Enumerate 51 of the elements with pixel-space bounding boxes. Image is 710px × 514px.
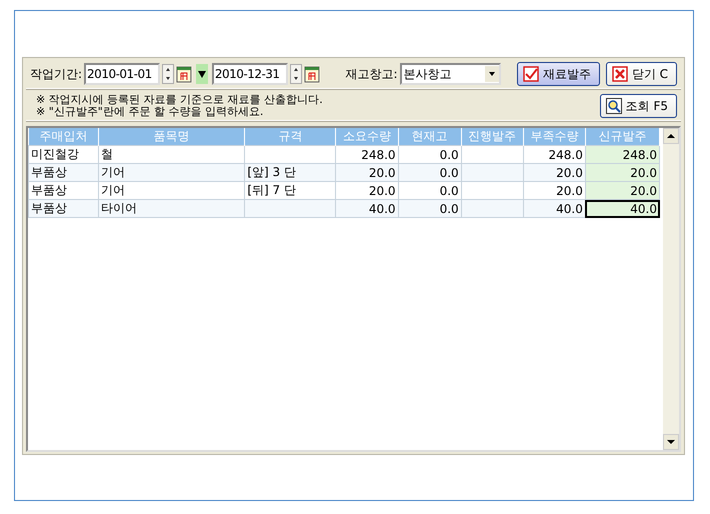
table-cell: 0.0 bbox=[398, 146, 462, 164]
spin-buttons[interactable] bbox=[162, 64, 174, 84]
check-icon bbox=[522, 66, 539, 82]
table-cell bbox=[461, 164, 524, 182]
close-icon bbox=[612, 66, 628, 82]
order-button[interactable]: 재료발주 bbox=[516, 62, 600, 86]
table-cell: 248.0 bbox=[336, 146, 398, 164]
table-cell: 248.0 bbox=[523, 146, 586, 164]
table-cell: 0.0 bbox=[398, 200, 462, 218]
table-cell: 부품상 bbox=[28, 182, 99, 200]
table-cell: 20.0 bbox=[523, 182, 586, 200]
note-text: ※ "신규발주"란에 주문 할 수량을 입력하세요. bbox=[36, 106, 264, 118]
search-button[interactable]: 조회 F5 bbox=[600, 94, 677, 118]
date-from-field[interactable]: 2010-01-01 bbox=[84, 63, 160, 85]
period-label: 작업기간: bbox=[30, 66, 82, 82]
scrollbar[interactable] bbox=[663, 128, 679, 450]
table-cell: 0.0 bbox=[398, 182, 462, 200]
warehouse-label: 재고창고: bbox=[346, 66, 398, 82]
close-button[interactable]: 닫기 C bbox=[606, 62, 677, 86]
date-to-field[interactable]: 2010-12-31 bbox=[212, 63, 288, 85]
spin-buttons[interactable] bbox=[290, 64, 302, 84]
note-text: ※ 작업지시에 등록된 자료를 기준으로 재료를 산출합니다. bbox=[36, 94, 323, 106]
table-cell bbox=[461, 182, 524, 200]
table-cell: 0.0 bbox=[398, 164, 462, 182]
table-cell: 기어 bbox=[98, 182, 245, 200]
table-cell[interactable]: 20.0 bbox=[585, 182, 660, 200]
table-cell bbox=[461, 146, 524, 164]
table-cell: [뒤] 7 단 bbox=[244, 182, 336, 200]
calendar-icon[interactable] bbox=[304, 65, 320, 83]
table-cell: 40.0 bbox=[523, 200, 586, 218]
table-cell: 미진철강 bbox=[28, 146, 99, 164]
table-cell[interactable]: 248.0 bbox=[585, 146, 660, 164]
dropdown-toggle-icon[interactable] bbox=[196, 64, 208, 84]
table-cell: [앞] 3 단 bbox=[244, 164, 336, 182]
warehouse-select[interactable]: 본사창고 bbox=[400, 63, 501, 85]
table-cell: 20.0 bbox=[336, 164, 398, 182]
table-cell bbox=[461, 200, 524, 218]
table-cell: 부품상 bbox=[28, 164, 99, 182]
table-cell: 기어 bbox=[98, 164, 245, 182]
calendar-icon[interactable] bbox=[176, 65, 192, 83]
table-cell: 40.0 bbox=[336, 200, 398, 218]
table-cell[interactable]: 40.0 bbox=[585, 200, 660, 218]
table-cell: 부품상 bbox=[28, 200, 99, 218]
scroll-up-icon[interactable] bbox=[667, 133, 675, 139]
table-cell: 20.0 bbox=[336, 182, 398, 200]
scroll-down-icon[interactable] bbox=[667, 439, 675, 445]
table-cell[interactable]: 20.0 bbox=[585, 164, 660, 182]
magnifier-icon bbox=[606, 98, 622, 114]
table-cell: 철 bbox=[98, 146, 245, 164]
table-cell: 타이어 bbox=[98, 200, 245, 218]
table-cell: 20.0 bbox=[523, 164, 586, 182]
